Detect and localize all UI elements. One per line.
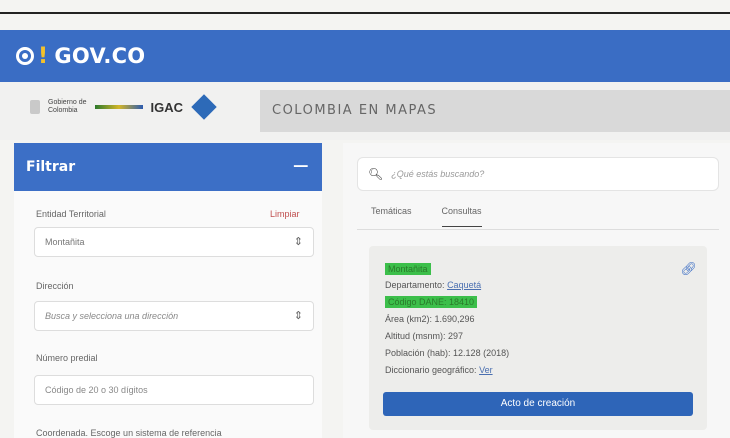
acto-creacion-button[interactable]: Acto de creación	[383, 392, 693, 416]
gov-logo[interactable]: ! GOV.CO	[16, 44, 145, 69]
result-area: Área (km2): 1.690,296	[385, 314, 475, 324]
result-codigo: Código DANE: 18410	[385, 296, 478, 308]
select-arrows-icon: ⇕	[293, 236, 303, 248]
search-icon: 🔍︎	[368, 167, 384, 181]
departamento-link[interactable]: Caquetá	[447, 280, 481, 290]
tabs: Temáticas Consultas	[371, 206, 482, 227]
tab-divider	[357, 229, 719, 230]
top-divider	[0, 12, 730, 14]
result-card: 🔗︎ Montañita Departamento: Caquetá Códig…	[369, 246, 707, 430]
direccion-select[interactable]: Busca y selecciona una dirección ⇕	[34, 301, 314, 331]
gov-accent-icon: !	[38, 43, 49, 69]
gov-colombia-label: Gobierno de Colombia	[48, 99, 87, 114]
diccionario-link[interactable]: Ver	[479, 365, 493, 375]
entidad-label: Entidad Territorial	[36, 209, 106, 219]
site-title: COLOMBIA EN MAPAS	[272, 103, 438, 118]
predial-placeholder: Código de 20 o 30 dígitos	[45, 385, 148, 395]
gov-logo-text: GOV.CO	[54, 44, 146, 68]
coordenada-label: Coordenada. Escoge un sistema de referen…	[36, 428, 222, 438]
brand-row: Gobierno de Colombia IGAC COLOMBIA EN MA…	[0, 82, 730, 140]
ministry-logo-strip	[94, 105, 143, 109]
predial-label: Número predial	[36, 353, 98, 363]
search-box[interactable]: 🔍︎ ¿Qué estás buscando?	[357, 157, 719, 191]
search-placeholder: ¿Qué estás buscando?	[391, 169, 485, 179]
gov-shield-icon	[16, 47, 34, 65]
igac-logo-text: IGAC	[150, 99, 184, 115]
colombia-shield-icon	[30, 100, 40, 114]
filter-header[interactable]: Filtrar −	[14, 143, 322, 191]
select-arrows-icon: ⇕	[293, 310, 303, 322]
results-panel: 🔍︎ ¿Qué estás buscando? Temáticas Consul…	[343, 143, 730, 438]
clear-link[interactable]: Limpiar	[270, 209, 300, 219]
brand-logos: Gobierno de Colombia IGAC	[30, 94, 217, 120]
gov-header-bar: ! GOV.CO	[0, 30, 730, 82]
filter-title: Filtrar	[26, 159, 76, 175]
tab-consultas[interactable]: Consultas	[441, 206, 482, 227]
predial-input[interactable]: Código de 20 o 30 dígitos	[34, 375, 314, 405]
collapse-icon[interactable]: −	[292, 156, 310, 178]
result-diccionario: Diccionario geográfico: Ver	[385, 365, 493, 375]
result-departamento: Departamento: Caquetá	[385, 280, 482, 290]
igac-diamond-icon	[191, 94, 217, 120]
entidad-select[interactable]: Montañita ⇕	[34, 227, 314, 257]
filter-panel: Filtrar − Entidad Territorial Limpiar Mo…	[14, 143, 322, 438]
result-altitud: Altitud (msnm): 297	[385, 331, 464, 341]
entidad-value: Montañita	[45, 237, 85, 247]
result-name: Montañita	[385, 263, 431, 275]
result-poblacion: Población (hab): 12.128 (2018)	[385, 348, 510, 358]
tab-tematicas[interactable]: Temáticas	[371, 206, 412, 227]
direccion-label: Dirección	[36, 281, 74, 291]
direccion-placeholder: Busca y selecciona una dirección	[45, 311, 179, 321]
link-icon[interactable]: 🔗︎	[680, 262, 697, 277]
